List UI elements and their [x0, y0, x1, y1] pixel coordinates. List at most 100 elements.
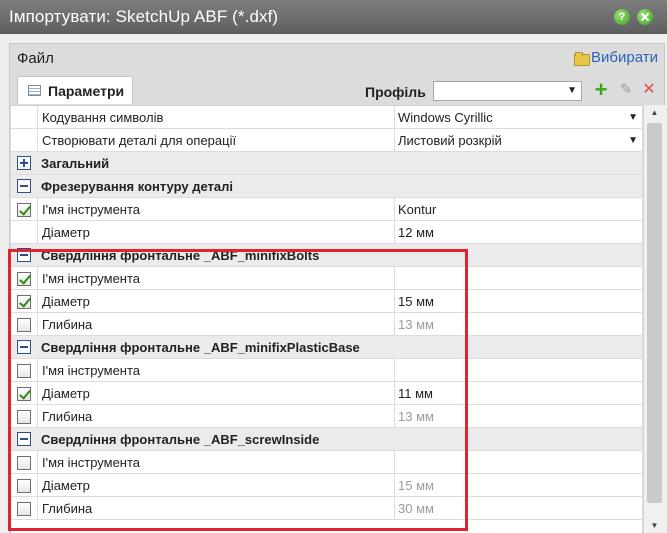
collapse-icon[interactable] — [17, 432, 31, 446]
chevron-down-icon: ▼ — [628, 135, 638, 146]
properties-grid: Кодування символів Windows Cyrillic ▼ Створ… — [11, 105, 642, 533]
property-value[interactable]: 13 мм — [396, 313, 642, 336]
property-name: Діаметр — [37, 474, 395, 497]
property-row[interactable]: Діаметр 15 мм — [11, 290, 642, 313]
property-value-select[interactable]: Windows Cyrillic ▼ — [396, 106, 642, 129]
tab-parameters[interactable]: Параметри — [17, 76, 133, 104]
profile-select[interactable]: ▼ — [433, 81, 582, 101]
row-control-cell — [11, 405, 37, 428]
row-control-cell — [11, 106, 37, 129]
property-row[interactable]: Глибина 13 мм — [11, 405, 642, 428]
delete-profile-icon[interactable]: ✕ — [640, 81, 658, 99]
property-value[interactable] — [396, 451, 642, 474]
chevron-down-icon: ▼ — [628, 112, 638, 123]
property-name: І'мя інструмента — [37, 359, 395, 382]
property-name: І'мя інструмента — [37, 267, 395, 290]
row-checkbox[interactable] — [17, 410, 31, 424]
property-row[interactable]: Діаметр 12 мм — [11, 221, 642, 244]
group-row[interactable]: Свердління фронтальне _ABF_screwInside — [11, 428, 642, 451]
property-value[interactable] — [396, 267, 642, 290]
property-value[interactable]: 11 мм — [396, 382, 642, 405]
close-icon[interactable] — [637, 9, 653, 25]
row-checkbox[interactable] — [17, 502, 31, 516]
property-value[interactable]: 15 мм — [396, 290, 642, 313]
property-name: Кодування символів — [37, 106, 395, 129]
property-row[interactable]: Діаметр 15 мм — [11, 474, 642, 497]
property-row[interactable]: І'мя інструмента Kontur — [11, 198, 642, 221]
edit-profile-icon[interactable]: ✎ — [617, 81, 635, 99]
row-checkbox[interactable] — [17, 387, 31, 401]
property-row[interactable]: І'мя інструмента — [11, 359, 642, 382]
property-value[interactable]: 12 мм — [396, 221, 642, 244]
group-title: Свердління фронтальне _ABF_minifixBolts — [41, 248, 320, 263]
property-value-select[interactable]: Листовий розкрій ▼ — [396, 129, 642, 152]
expand-icon[interactable] — [17, 156, 31, 170]
property-row[interactable]: І'мя інструмента — [11, 451, 642, 474]
property-value[interactable]: 13 мм — [396, 405, 642, 428]
property-name: Діаметр — [37, 290, 395, 313]
group-row[interactable]: Загальний — [11, 152, 642, 175]
property-name: Діаметр — [37, 382, 395, 405]
group-row[interactable]: Свердління фронтальне _ABF_minifixPlasti… — [11, 336, 642, 359]
property-row[interactable]: Глибина 30 мм — [11, 497, 642, 520]
property-value-text: Windows Cyrillic — [398, 110, 493, 125]
row-checkbox[interactable] — [17, 203, 31, 217]
file-title: Файл — [17, 50, 54, 67]
add-profile-icon[interactable]: + — [592, 79, 610, 101]
group-title: Свердління фронтальне _ABF_minifixPlasti… — [41, 340, 360, 355]
collapse-icon[interactable] — [17, 340, 31, 354]
row-checkbox[interactable] — [17, 479, 31, 493]
property-value-text: 30 мм — [398, 501, 434, 516]
dialog-body: Файл Вибирати Параметри Профіль ▼ + ✎ ✕ … — [0, 34, 667, 533]
row-checkbox[interactable] — [17, 318, 31, 332]
property-value-text: 13 мм — [398, 317, 434, 332]
choose-file-label: Вибирати — [591, 49, 658, 66]
property-name: Глибина — [37, 313, 395, 336]
row-control-cell — [11, 497, 37, 520]
row-control-cell — [11, 198, 37, 221]
collapse-icon[interactable] — [17, 179, 31, 193]
property-value-text: 15 мм — [398, 294, 434, 309]
help-icon[interactable]: ? — [614, 9, 630, 25]
scroll-down-icon[interactable]: ▼ — [644, 518, 665, 533]
profile-label: Профіль — [365, 84, 426, 100]
property-value-text: 15 мм — [398, 478, 434, 493]
property-value-text: Листовий розкрій — [398, 133, 502, 148]
row-control-cell — [11, 152, 37, 175]
row-control-cell — [11, 267, 37, 290]
property-row[interactable]: Створювати деталі для операції Листовий р… — [11, 129, 642, 152]
group-row[interactable]: Фрезерування контуру деталі — [11, 175, 642, 198]
property-value-text: 11 мм — [398, 386, 433, 401]
row-control-cell — [11, 474, 37, 497]
row-checkbox[interactable] — [17, 456, 31, 470]
scroll-thumb[interactable] — [647, 123, 662, 503]
row-control-cell — [11, 129, 37, 152]
property-row[interactable]: Діаметр 11 мм — [11, 382, 642, 405]
property-value[interactable]: 15 мм — [396, 474, 642, 497]
scroll-up-icon[interactable]: ▲ — [644, 105, 665, 121]
row-checkbox[interactable] — [17, 364, 31, 378]
property-name: І'мя інструмента — [37, 198, 395, 221]
property-name: Діаметр — [37, 221, 395, 244]
window-title: Імпортувати: SketchUp ABF (*.dxf) — [9, 7, 279, 26]
group-row[interactable]: Свердління фронтальне _ABF_minifixBolts — [11, 244, 642, 267]
property-value[interactable]: Kontur — [396, 198, 642, 221]
property-row[interactable]: І'мя інструмента — [11, 267, 642, 290]
chevron-down-icon: ▼ — [567, 85, 577, 96]
property-row[interactable]: Глибина 13 мм — [11, 313, 642, 336]
collapse-icon[interactable] — [17, 248, 31, 262]
property-row[interactable]: Кодування символів Windows Cyrillic ▼ — [11, 106, 642, 129]
row-control-cell — [11, 451, 37, 474]
group-title: Загальний — [41, 156, 110, 171]
folder-icon — [574, 51, 591, 66]
property-value-text: Kontur — [398, 202, 437, 217]
property-name: Глибина — [37, 497, 395, 520]
row-checkbox[interactable] — [17, 295, 31, 309]
file-header: Файл Вибирати — [10, 44, 666, 74]
row-checkbox[interactable] — [17, 272, 31, 286]
property-value[interactable]: 30 мм — [396, 497, 642, 520]
property-value[interactable] — [396, 359, 642, 382]
vertical-scrollbar[interactable]: ▲ ▼ — [643, 105, 665, 533]
property-value-text: 13 мм — [398, 409, 434, 424]
choose-file-button[interactable]: Вибирати — [574, 49, 658, 66]
